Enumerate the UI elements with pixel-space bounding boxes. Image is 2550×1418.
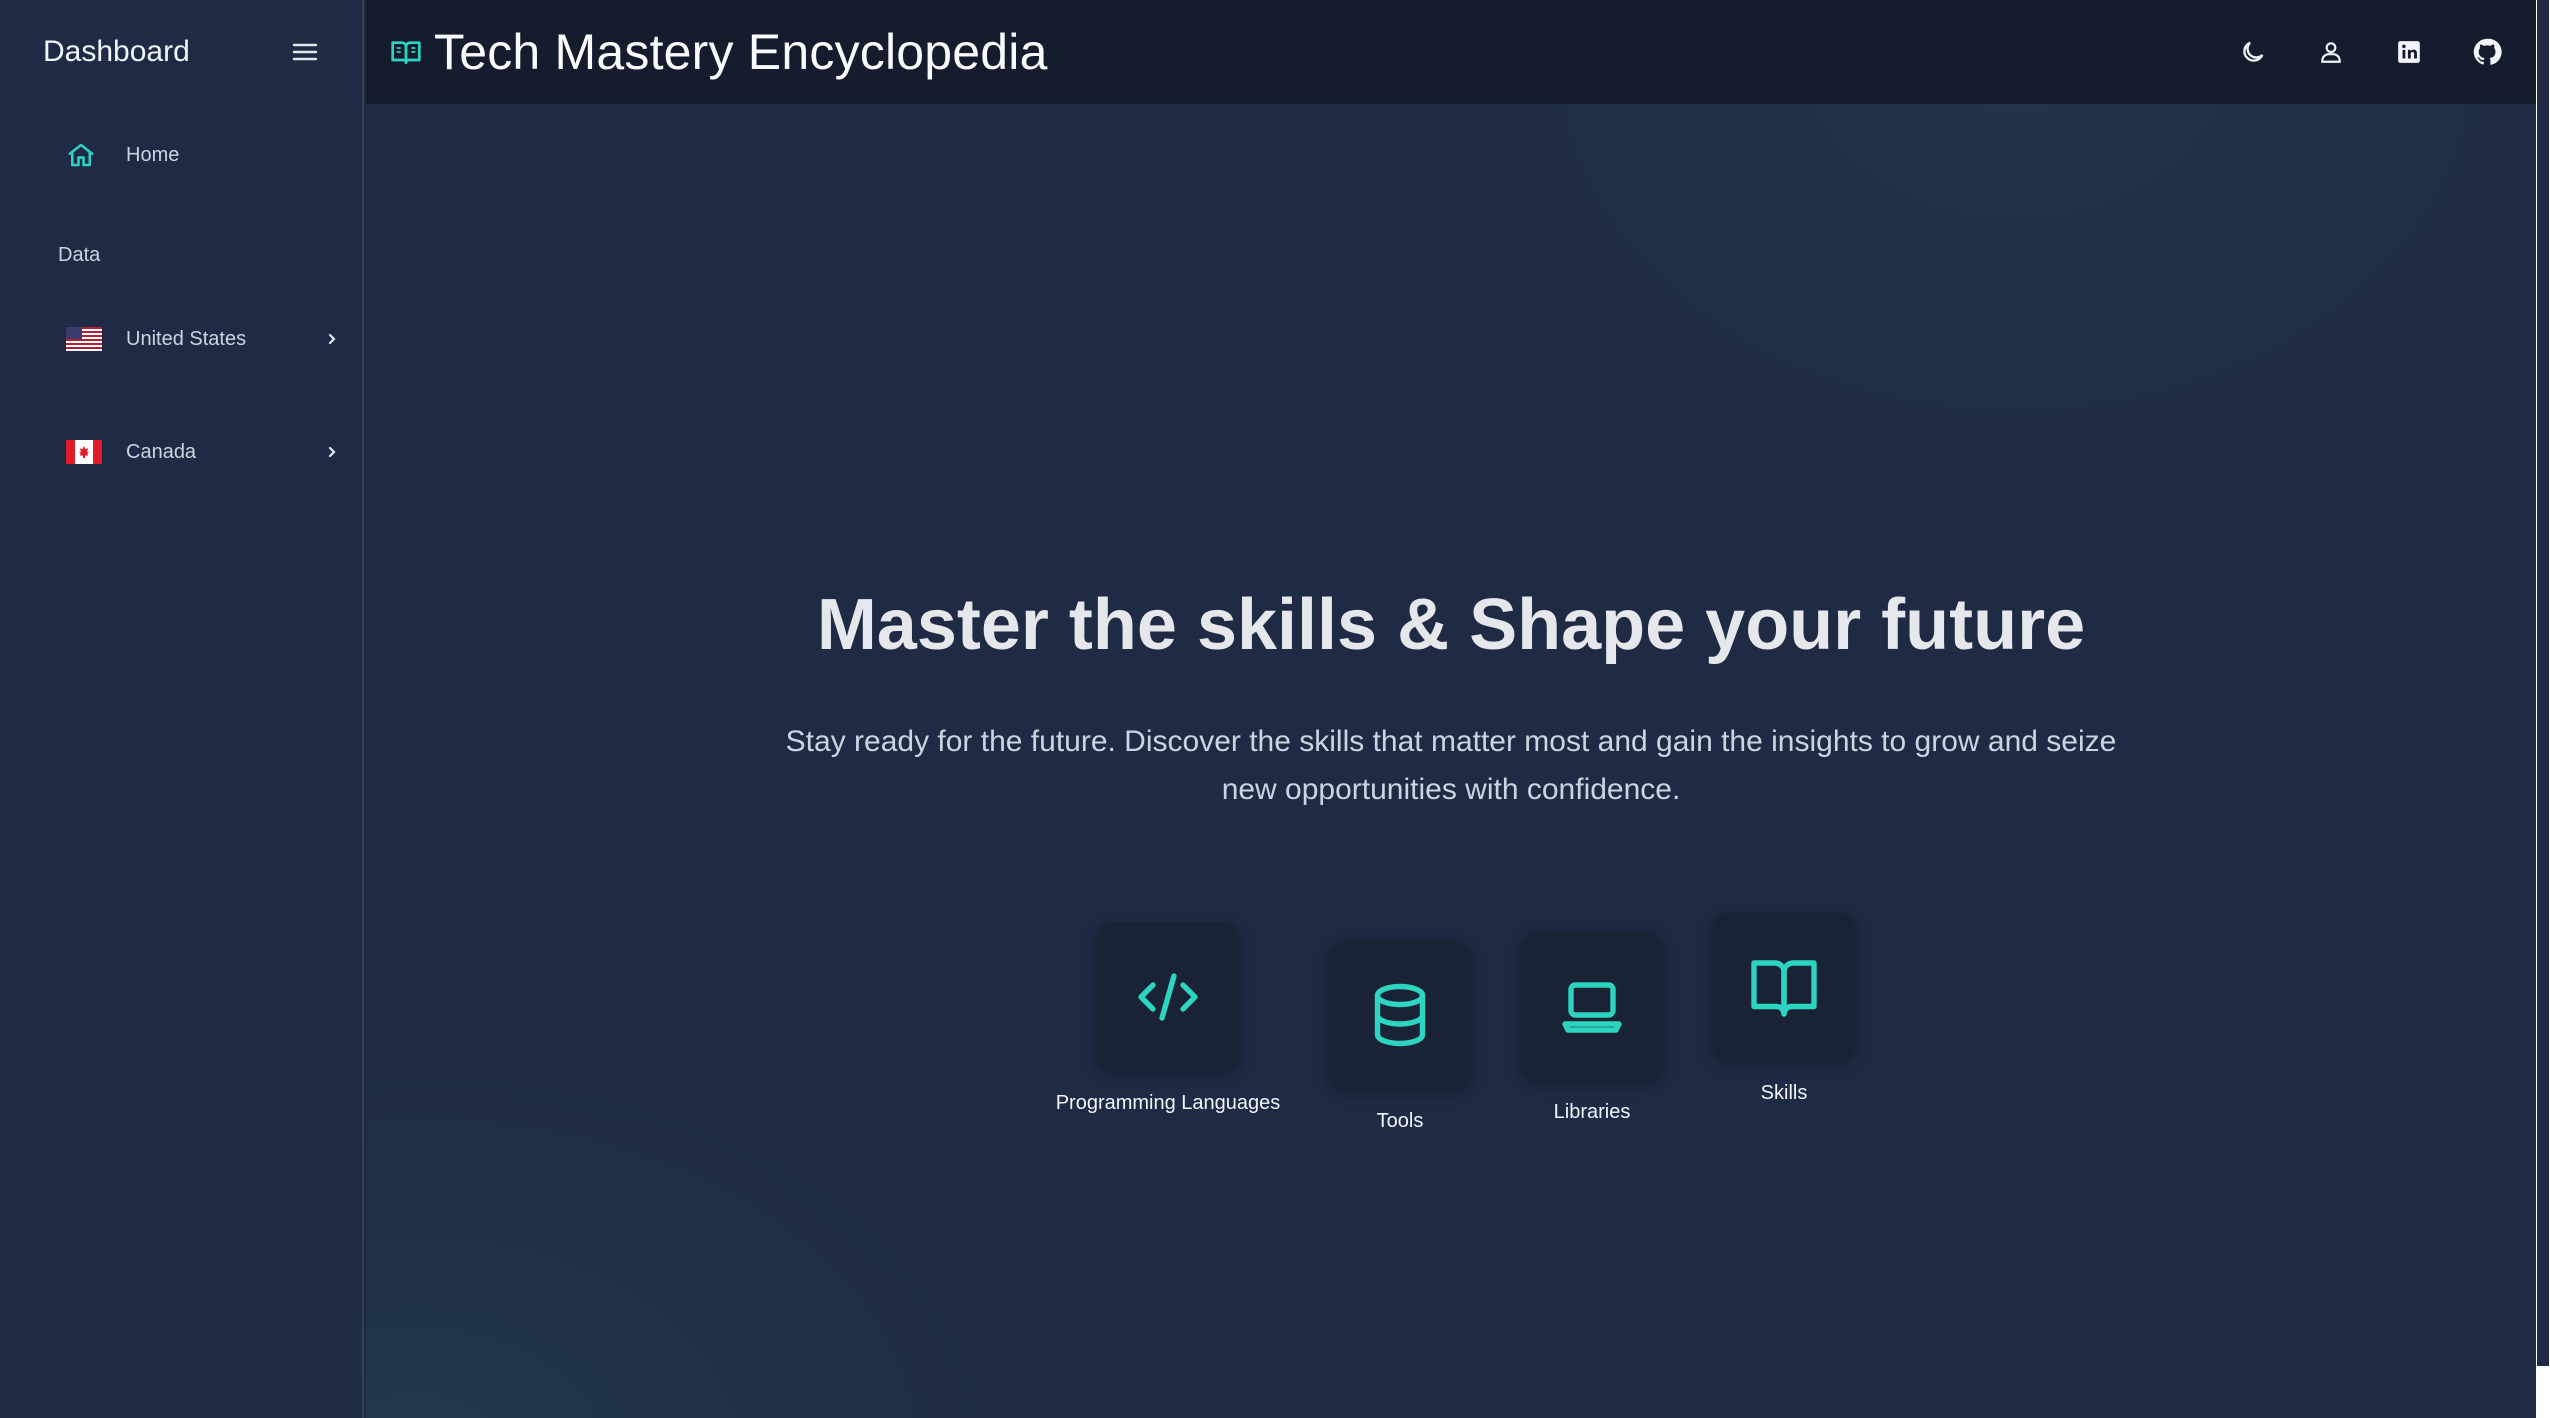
sidebar-title: Dashboard bbox=[43, 35, 190, 68]
category-icon-box bbox=[1712, 912, 1856, 1062]
sidebar-header: Dashboard bbox=[0, 0, 362, 104]
scrollbar-thumb[interactable] bbox=[2537, 0, 2549, 1366]
chevron-right-icon bbox=[328, 446, 336, 458]
code-icon bbox=[1138, 973, 1198, 1021]
sidebar-item-united-states[interactable]: United States bbox=[66, 319, 342, 359]
top-actions bbox=[2192, 0, 2504, 104]
github-button[interactable] bbox=[2470, 35, 2504, 69]
top-bar: Tech Mastery Encyclopedia bbox=[366, 0, 2536, 104]
sidebar-item-canada[interactable]: Canada bbox=[66, 432, 342, 472]
category-skills[interactable]: Skills bbox=[1712, 912, 1856, 1105]
user-icon bbox=[2321, 42, 2341, 63]
open-book-icon bbox=[391, 41, 421, 64]
home-icon bbox=[68, 143, 94, 167]
sidebar-item-home[interactable]: Home bbox=[66, 138, 179, 172]
hero-subtitle: Stay ready for the future. Discover the … bbox=[785, 725, 2117, 806]
category-icon-box bbox=[1520, 931, 1664, 1081]
linkedin-icon bbox=[2398, 41, 2420, 63]
theme-toggle-button[interactable] bbox=[2236, 35, 2270, 69]
hamburger-icon bbox=[292, 43, 318, 61]
menu-toggle-button[interactable] bbox=[290, 37, 320, 67]
category-icon-box bbox=[1096, 922, 1240, 1072]
laptop-icon bbox=[1562, 982, 1622, 1033]
canada-flag-icon bbox=[66, 440, 102, 464]
moon-icon bbox=[2243, 41, 2264, 62]
github-icon bbox=[2473, 38, 2502, 65]
category-icon-box bbox=[1328, 940, 1472, 1090]
category-label: Skills bbox=[1760, 1082, 1808, 1104]
database-icon bbox=[1374, 983, 1426, 1047]
us-flag-icon bbox=[66, 327, 102, 351]
chevron-right-icon bbox=[328, 333, 336, 345]
profile-button[interactable] bbox=[2314, 35, 2348, 69]
linkedin-button[interactable] bbox=[2392, 35, 2426, 69]
category-label: Tools bbox=[1376, 1110, 1424, 1132]
page-title: Tech Mastery Encyclopedia bbox=[434, 24, 1048, 80]
sidebar: Dashboard Home Data United States Canada bbox=[0, 0, 364, 1418]
category-programming-languages[interactable]: Programming Languages bbox=[1036, 922, 1300, 1115]
sidebar-item-label: United States bbox=[126, 327, 247, 350]
sidebar-item-label: Home bbox=[126, 143, 180, 166]
book-icon bbox=[1751, 960, 1817, 1017]
category-libraries[interactable]: Libraries bbox=[1520, 931, 1664, 1124]
category-label: Programming Languages bbox=[1055, 1092, 1281, 1114]
sidebar-item-label: Canada bbox=[126, 440, 197, 463]
category-label: Libraries bbox=[1553, 1101, 1631, 1123]
category-tools[interactable]: Tools bbox=[1328, 940, 1472, 1133]
main-content: Master the skills & Shape your future St… bbox=[366, 104, 2536, 1418]
section-label-data: Data bbox=[58, 244, 101, 266]
page-scrollbar[interactable] bbox=[2536, 0, 2550, 1418]
hero-title: Master the skills & Shape your future bbox=[816, 585, 2086, 665]
